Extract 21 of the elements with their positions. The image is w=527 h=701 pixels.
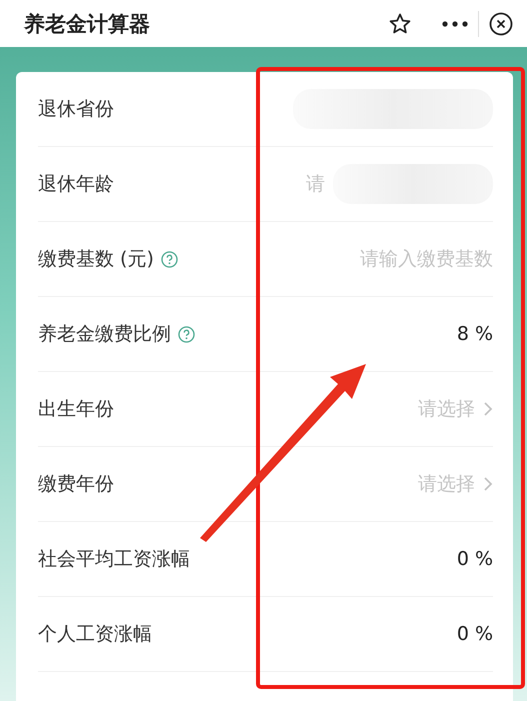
help-icon[interactable]	[178, 326, 195, 342]
field-label: 退休年龄	[38, 172, 114, 197]
field-label: 个人工资涨幅	[38, 622, 152, 647]
star-icon[interactable]	[388, 12, 412, 36]
field-label: 缴费年份	[38, 472, 114, 497]
field-label: 出生年份	[38, 397, 114, 422]
field-label: 社会平均工资涨幅	[38, 547, 190, 572]
field-label: 养老金缴费比例	[38, 322, 171, 347]
chevron-icon	[483, 476, 493, 492]
chevron-icon	[483, 401, 493, 417]
field-label: 缴费基数 (元)	[38, 247, 154, 272]
field-value[interactable]: 0 %	[456, 623, 493, 645]
help-icon[interactable]	[160, 250, 178, 268]
close-icon[interactable]	[489, 12, 513, 36]
field-label: 退休省份	[38, 97, 114, 122]
app-title: 养老金计算器	[24, 10, 151, 38]
select-field[interactable]: 请选择	[418, 471, 475, 497]
field-value[interactable]: 8 %	[456, 323, 493, 345]
field-value[interactable]: 0 %	[456, 548, 493, 570]
select-field[interactable]: 请选择	[418, 396, 475, 422]
input-field[interactable]: 请输入缴费基数	[360, 246, 493, 272]
